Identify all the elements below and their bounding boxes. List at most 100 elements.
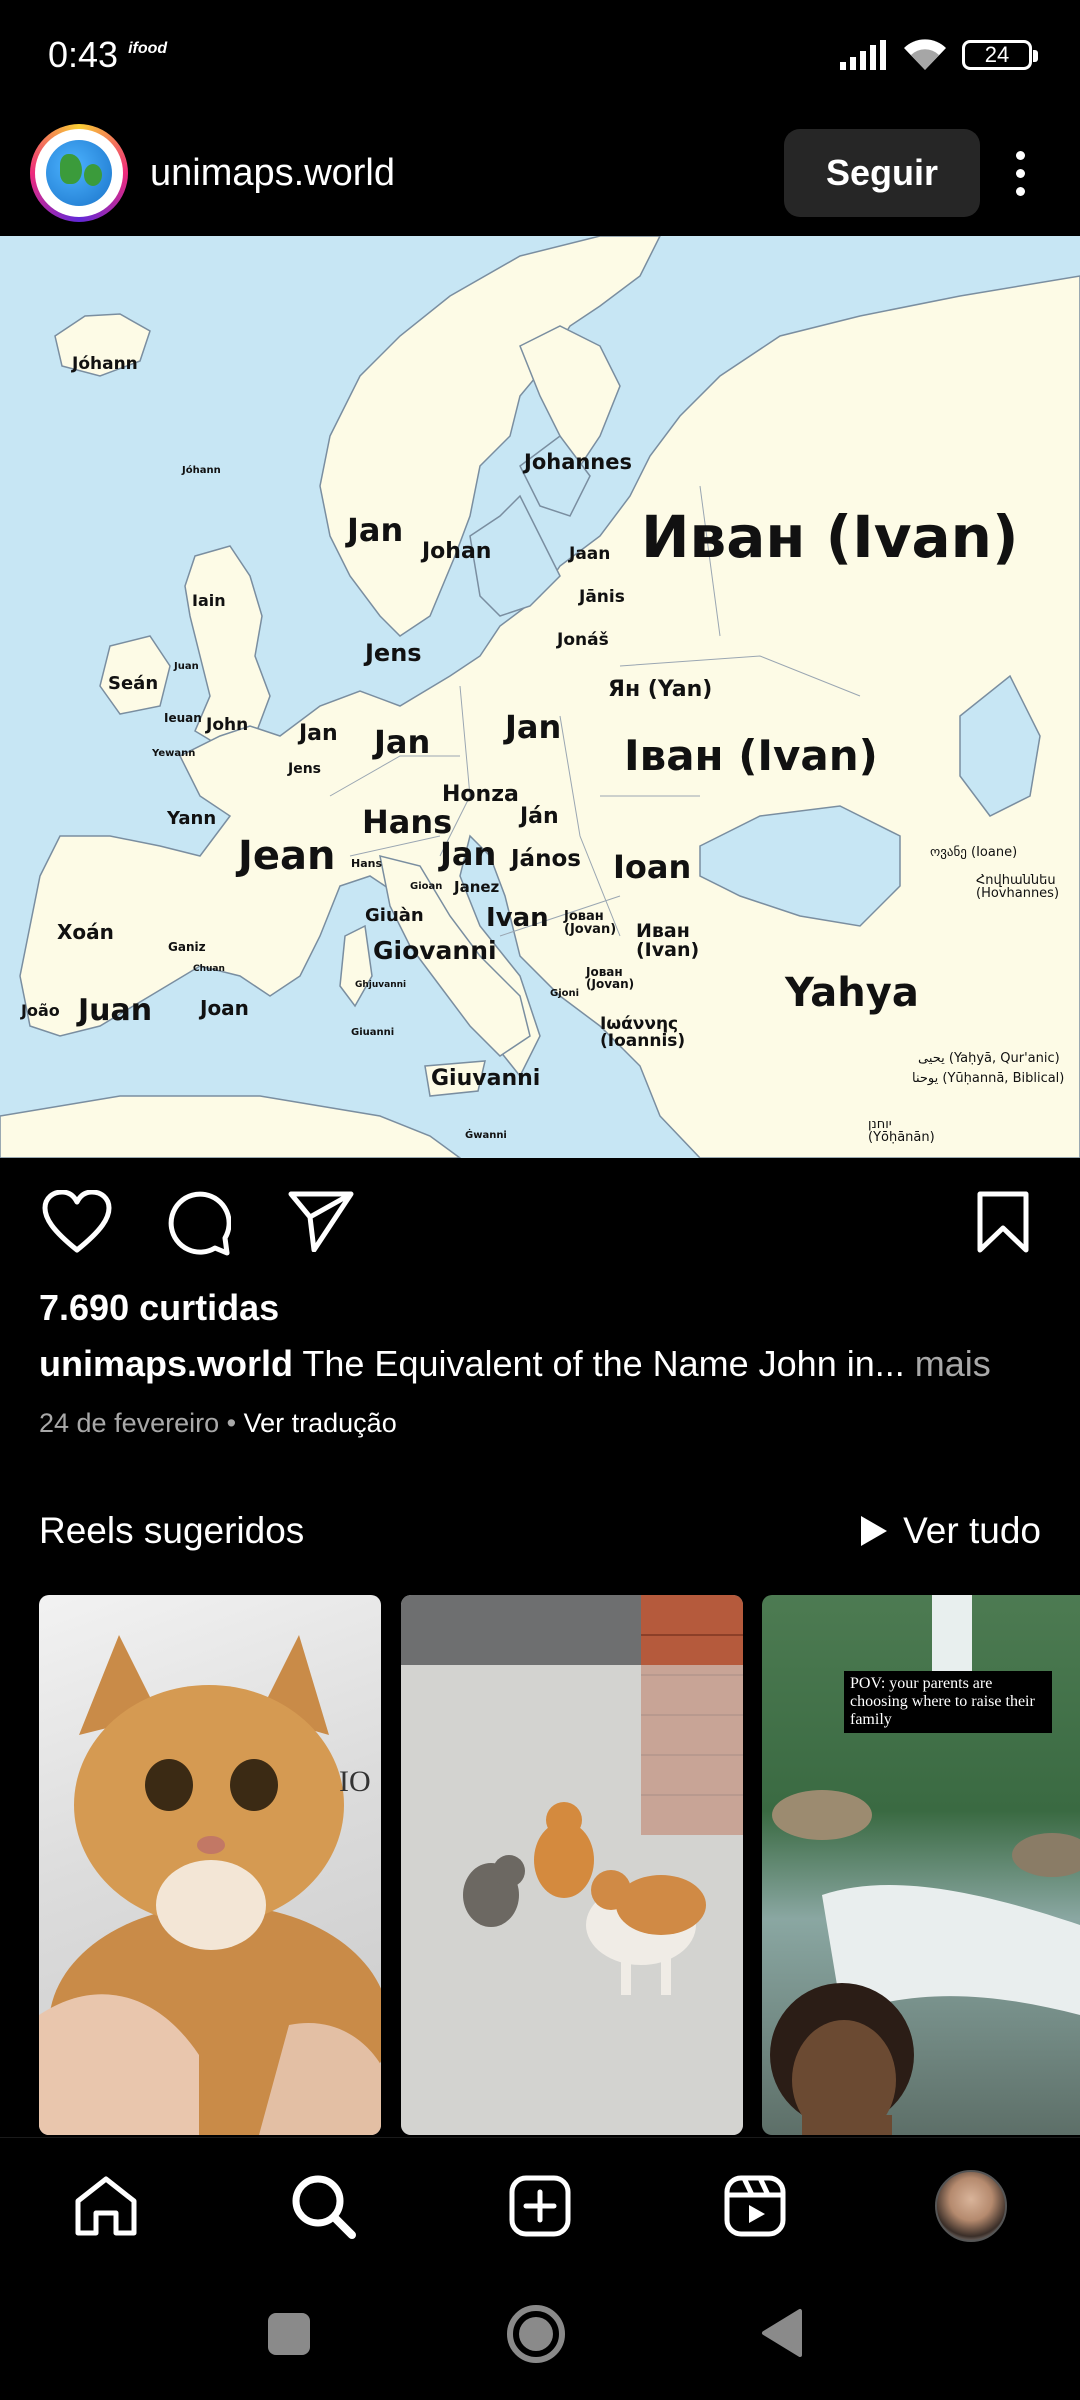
map-label: Juan	[78, 993, 153, 1028]
map-label: يحيى (Yaḥyā, Qur'anic)	[918, 1051, 1060, 1066]
map-label: Ján	[520, 804, 559, 829]
caption-username[interactable]: unimaps.world	[39, 1343, 293, 1384]
map-label: Hans	[351, 857, 383, 870]
likes-count[interactable]: 7.690 curtidas	[39, 1287, 279, 1329]
see-translation-link[interactable]: Ver tradução	[244, 1408, 397, 1438]
map-label: Jānis	[579, 587, 625, 607]
map-label: Jens	[288, 761, 322, 777]
map-label: Иван (Ivan)	[641, 503, 1019, 571]
reel-overlay-text: IO	[339, 1765, 371, 1798]
follow-button[interactable]: Seguir	[784, 129, 980, 217]
signal-icon	[840, 40, 886, 70]
post-header: unimaps.world Seguir	[0, 110, 1080, 236]
map-label: Ġwanni	[465, 1130, 507, 1141]
map-label: Іван (Ivan)	[624, 731, 878, 780]
wifi-icon	[904, 39, 946, 70]
save-bookmark-icon[interactable]	[976, 1190, 1030, 1254]
map-label: Gjoni	[550, 988, 580, 999]
map-label: Yewann	[152, 748, 196, 759]
map-label: Jan	[505, 708, 562, 746]
see-all-button[interactable]: Ver tudo	[861, 1510, 1041, 1552]
post-username[interactable]: unimaps.world	[150, 152, 395, 195]
map-label: יוחנן (Yōḥānān)	[868, 1117, 935, 1145]
create-tab[interactable]	[502, 2168, 578, 2244]
post-actions	[0, 1158, 1080, 1288]
map-label: يوحنا (Yūḥannā, Biblical)	[912, 1071, 1065, 1086]
cats-courtyard-thumbnail	[401, 1595, 743, 2135]
map-label: Juan	[174, 661, 199, 672]
home-tab[interactable]	[68, 2168, 144, 2244]
map-land	[0, 236, 1080, 1158]
map-label: Janez	[454, 878, 500, 896]
suggested-reels-header: Reels sugeridos Ver tudo	[39, 1510, 1041, 1552]
comment-icon[interactable]	[165, 1190, 231, 1256]
caption-text: The Equivalent of the Name John in...	[302, 1343, 905, 1384]
map-label: Yahya	[785, 970, 919, 1016]
reels-tab[interactable]	[717, 2168, 793, 2244]
map-label: Jan	[299, 721, 338, 746]
map-label: Jóhann	[72, 354, 138, 374]
map-label: Ioan	[613, 848, 692, 886]
post-image-map[interactable]: Jóhann Jóhann Johannes Иван (Ivan) Jan J…	[0, 236, 1080, 1158]
map-label: Јован (Jovan)	[564, 909, 617, 937]
battery-level: 24	[984, 42, 1010, 67]
map-label: Jóhann	[182, 465, 221, 476]
see-all-label: Ver tudo	[903, 1510, 1041, 1551]
like-heart-icon[interactable]	[42, 1190, 112, 1254]
map-label: Chuan	[193, 964, 225, 974]
notification-app-icon: ifood	[128, 40, 168, 57]
meta-separator: •	[226, 1408, 237, 1438]
map-label: Ghjuvanni	[355, 980, 407, 990]
caption-more-link[interactable]: mais	[915, 1343, 991, 1384]
map-label: Hans	[362, 803, 453, 841]
profile-avatar	[935, 2170, 1007, 2242]
back-button[interactable]	[760, 2307, 804, 2359]
cat-thumbnail	[39, 1635, 381, 2135]
status-bar: 0:43 ifood 24	[0, 0, 1080, 110]
map-label: Yann	[167, 808, 217, 829]
status-time: 0:43	[48, 34, 119, 75]
map-label: Johan	[422, 539, 492, 564]
map-label: Ieuan	[164, 711, 202, 725]
create-post-icon	[509, 2175, 571, 2237]
map-label: Jaan	[569, 544, 611, 564]
recents-button[interactable]	[268, 2313, 310, 2355]
map-label: János	[511, 846, 581, 872]
map-label: Iain	[192, 591, 226, 610]
map-label: Јован (Jovan)	[586, 965, 635, 991]
post-meta: 24 de fevereiro • Ver tradução	[39, 1408, 397, 1439]
map-label: Jan	[440, 835, 497, 873]
reel-thumbnail[interactable]: POV: your parents are choosing where to …	[762, 1595, 1080, 2135]
map-label: Jonáš	[557, 630, 609, 650]
map-label: Honza	[442, 782, 519, 807]
home-button[interactable]	[505, 2303, 567, 2365]
map-label: Ivan	[486, 903, 549, 933]
map-label: ოვანე (Ioane)	[930, 845, 1018, 860]
bottom-navigation-bar	[0, 2137, 1080, 2271]
map-label: Հովհաննես (Hovhannes)	[976, 873, 1060, 901]
map-label: Giovanni	[373, 936, 497, 965]
map-label: Ян (Yan)	[608, 677, 713, 702]
map-label: Jan	[374, 723, 431, 761]
share-send-icon[interactable]	[288, 1190, 354, 1252]
map-label: Ganiz	[168, 940, 206, 954]
search-icon	[292, 2175, 356, 2239]
map-label: Jens	[365, 639, 422, 667]
post-caption[interactable]: unimaps.world The Equivalent of the Name…	[39, 1343, 1049, 1385]
post-date: 24 de fevereiro	[39, 1408, 220, 1438]
reel-thumbnail[interactable]: IO	[39, 1595, 381, 2135]
play-icon	[861, 1516, 888, 1546]
map-label: Jan	[347, 511, 404, 549]
system-navigation-bar	[0, 2271, 1080, 2400]
map-label: Gioan	[410, 881, 443, 892]
search-tab[interactable]	[285, 2168, 361, 2244]
reel-overlay-text: POV: your parents are choosing where to …	[844, 1671, 1052, 1733]
globe-logo-icon	[46, 140, 112, 206]
profile-tab[interactable]	[933, 2168, 1009, 2244]
map-label: Giuvanni	[431, 1066, 541, 1091]
more-options-icon[interactable]	[990, 129, 1050, 217]
reels-icon	[724, 2175, 786, 2237]
account-avatar[interactable]	[30, 124, 128, 222]
reel-thumbnail[interactable]	[401, 1595, 743, 2135]
map-label: Jean	[238, 833, 336, 879]
